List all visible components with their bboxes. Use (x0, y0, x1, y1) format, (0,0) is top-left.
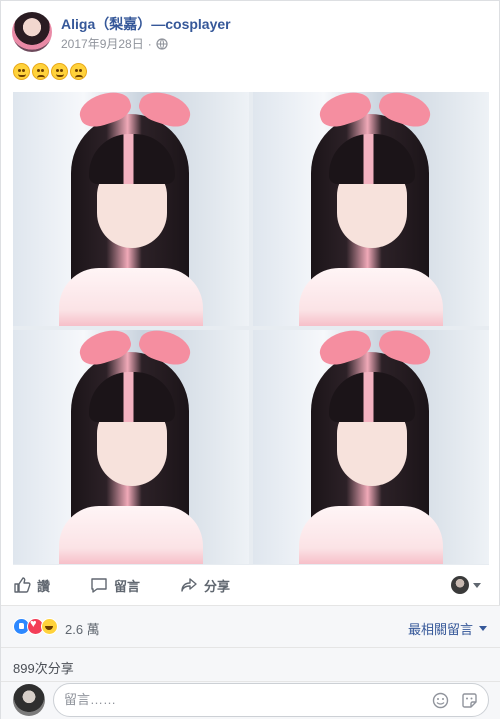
post-date[interactable]: 2017年9月28日 (61, 35, 144, 52)
photo-panel (253, 330, 489, 564)
share-icon (181, 578, 197, 592)
share-label: 分享 (204, 578, 231, 594)
comment-tools (432, 692, 478, 709)
thumbs-up-icon (14, 577, 31, 593)
chevron-down-icon (473, 582, 481, 588)
meta-separator: · (147, 36, 152, 51)
reaction-icons[interactable] (13, 618, 58, 635)
post-meta: 2017年9月28日 · (61, 35, 168, 52)
comment-composer (1, 681, 500, 719)
viewer-avatar (451, 576, 469, 594)
shares-row: 899次分享 (1, 647, 500, 681)
post-header: Aliga（梨嘉）—cosplayer 2017年9月28日 · (1, 1, 500, 61)
comment-label: 留言 (114, 578, 141, 594)
comment-input[interactable] (64, 692, 414, 707)
like-label: 讚 (37, 578, 51, 594)
post-card: Aliga（梨嘉）—cosplayer 2017年9月28日 · 讚 留言 分享… (0, 0, 500, 719)
comment-sort-dropdown[interactable]: 最相關留言 (408, 619, 487, 638)
frown-emoji-icon (70, 63, 87, 80)
photo-panel (253, 92, 489, 326)
action-bar: 讚 留言 分享 (1, 569, 500, 601)
post-as-selector[interactable] (451, 576, 481, 594)
like-button[interactable]: 讚 (13, 576, 50, 595)
post-text (13, 63, 87, 83)
photo-panel (13, 92, 249, 326)
sort-label: 最相關留言 (407, 622, 473, 637)
author-avatar[interactable] (12, 12, 52, 52)
emoji-icon[interactable] (432, 692, 449, 709)
post-photo[interactable] (13, 92, 489, 565)
chevron-down-icon (479, 626, 487, 631)
reactions-bar: 2.6 萬 最相關留言 (1, 605, 500, 647)
photo-panel (13, 330, 249, 564)
commenter-avatar (13, 684, 45, 716)
globe-icon[interactable] (156, 37, 168, 50)
smirk-emoji-icon (51, 63, 68, 80)
author-name[interactable]: Aliga（梨嘉）—cosplayer (61, 14, 231, 34)
worried-emoji-icon (32, 63, 49, 80)
comment-icon (91, 578, 107, 593)
share-button[interactable]: 分享 (180, 576, 230, 595)
reaction-count[interactable]: 2.6 萬 (65, 619, 100, 638)
sticker-icon[interactable] (461, 692, 478, 709)
haha-reaction-icon (41, 618, 58, 635)
comment-input-wrapper (53, 683, 489, 717)
share-count[interactable]: 899次分享 (13, 658, 74, 677)
comment-button[interactable]: 留言 (90, 576, 140, 595)
smile-emoji-icon (13, 63, 30, 80)
